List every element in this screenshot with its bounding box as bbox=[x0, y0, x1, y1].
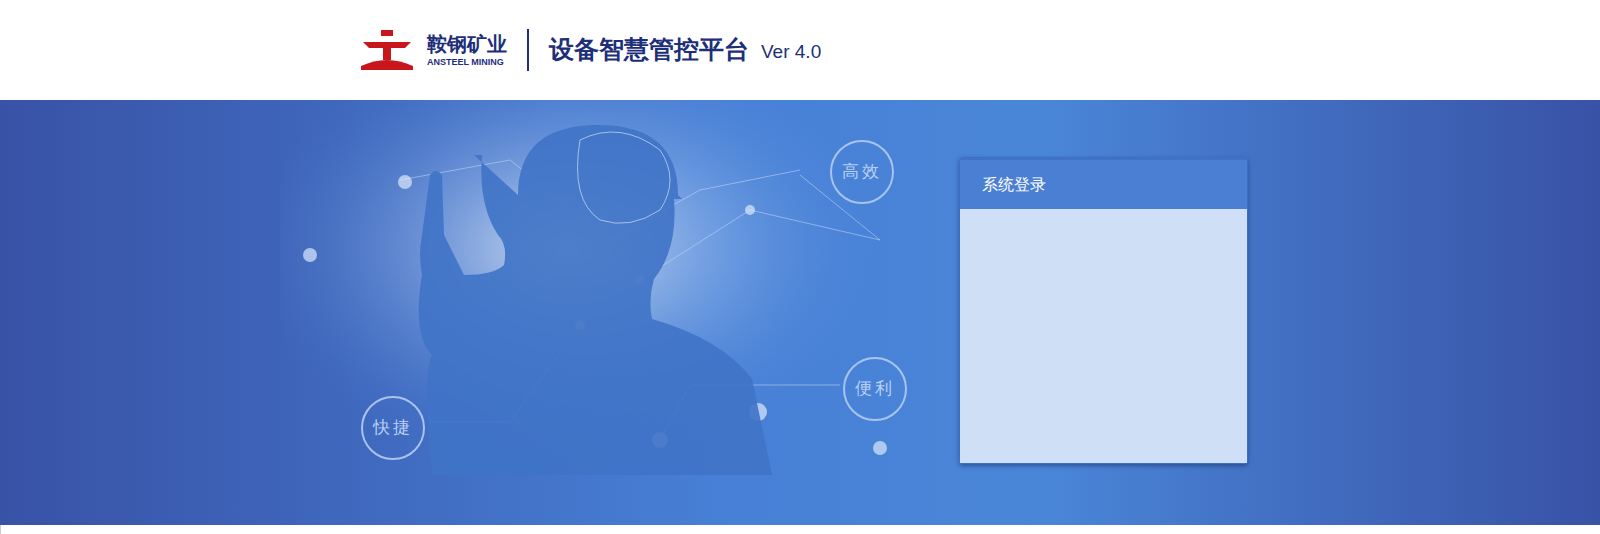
feature-badge: 便利 bbox=[843, 357, 907, 421]
header: 鞍钢矿业ANSTEEL MINING 设备智慧管控平台 Ver 4.0 bbox=[0, 0, 1600, 100]
footer bbox=[0, 525, 1600, 534]
feature-badge: 快捷 bbox=[361, 396, 425, 460]
version: Ver 4.0 bbox=[761, 38, 821, 67]
login-page: 鞍钢矿业ANSTEEL MINING 设备智慧管控平台 Ver 4.0 高效便利快捷 系… bbox=[0, 0, 1600, 534]
ansteel-logo-icon bbox=[359, 30, 415, 70]
worker-illustration-icon bbox=[280, 100, 920, 525]
banner: 高效便利快捷 系统登录 bbox=[0, 100, 1600, 525]
login-body bbox=[960, 209, 1247, 463]
company-name: 鞍钢矿业ANSTEEL MINING bbox=[427, 34, 507, 67]
login-panel: 系统登录 bbox=[959, 157, 1248, 464]
login-title: 系统登录 bbox=[960, 158, 1247, 209]
platform-title: 设备智慧管控平台 bbox=[549, 31, 749, 69]
header-divider bbox=[527, 29, 529, 71]
feature-badge: 高效 bbox=[830, 140, 894, 204]
